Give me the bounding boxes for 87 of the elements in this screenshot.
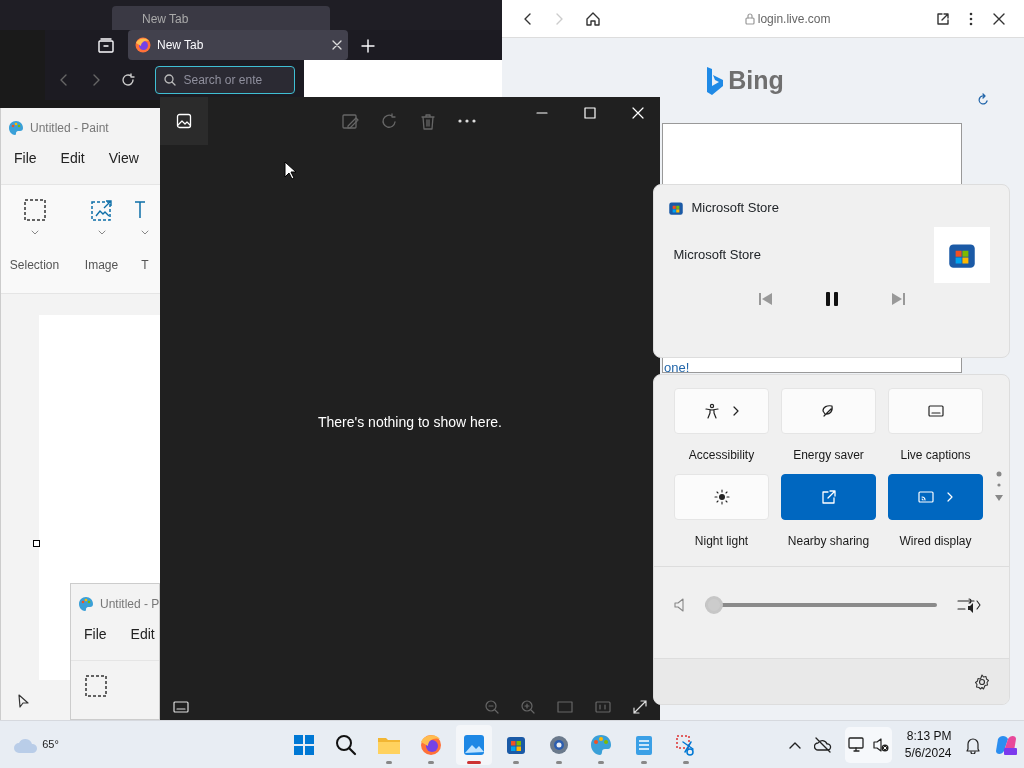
delete-icon[interactable] xyxy=(420,112,436,130)
search-icon xyxy=(334,732,359,757)
menu-item[interactable]: View xyxy=(108,148,139,184)
temperature: 65° xyxy=(42,736,59,752)
photos-icon xyxy=(461,732,486,757)
zoom-in-icon[interactable] xyxy=(521,700,535,714)
browser-icon xyxy=(419,732,444,757)
brand-name: Bing xyxy=(728,65,784,96)
filmstrip-icon[interactable] xyxy=(173,701,189,713)
plus-icon[interactable] xyxy=(361,38,375,53)
open-external-icon[interactable] xyxy=(935,11,950,26)
more-icon[interactable] xyxy=(969,11,973,26)
tab[interactable]: New Tab xyxy=(112,6,330,30)
menu-item[interactable]: Edit xyxy=(60,148,85,184)
tab-list-icon[interactable] xyxy=(97,36,115,55)
close-icon[interactable] xyxy=(992,12,1005,25)
image-icon[interactable] xyxy=(176,113,192,129)
clock-date[interactable]: 5/6/2024 xyxy=(904,744,952,761)
pointer-icon xyxy=(18,694,30,708)
link[interactable]: one! xyxy=(664,358,690,378)
reload-icon[interactable] xyxy=(121,73,135,87)
menu-item[interactable]: File xyxy=(14,148,37,184)
tool-label: T xyxy=(141,257,149,274)
palette-icon xyxy=(589,732,614,757)
tile-label: Accessibility xyxy=(687,447,756,464)
zoom-out-icon[interactable] xyxy=(485,700,499,714)
edit-icon[interactable] xyxy=(342,112,359,130)
fullscreen-icon[interactable] xyxy=(633,700,647,714)
audio-settings-icon[interactable] xyxy=(956,596,981,613)
window-title: Untitled - P xyxy=(100,596,159,613)
settings-icon[interactable] xyxy=(973,673,990,690)
tool-label: Image xyxy=(84,257,119,274)
maximize-icon[interactable] xyxy=(584,107,596,119)
captions-icon xyxy=(927,403,944,419)
tile-label: Night light xyxy=(693,533,750,550)
speaker-muted-icon xyxy=(872,736,889,753)
menu-item[interactable]: File xyxy=(84,624,107,660)
tile-label: Live captions xyxy=(899,447,972,464)
chevron-down-icon[interactable] xyxy=(30,230,39,236)
next-icon[interactable] xyxy=(889,290,906,307)
cast-icon xyxy=(918,489,934,505)
tile-label: Nearby sharing xyxy=(786,533,871,550)
tile-label: Energy saver xyxy=(792,447,865,464)
chevron-down-icon[interactable] xyxy=(141,230,149,236)
tab[interactable]: New Tab xyxy=(128,30,348,60)
window-title: Untitled - Paint xyxy=(30,120,109,137)
toggle-tile[interactable] xyxy=(888,474,983,520)
empty-message: There's nothing to show here. xyxy=(318,413,502,432)
network-button[interactable] xyxy=(844,726,892,763)
clock-time[interactable]: 8:13 PM xyxy=(904,728,952,745)
toggle-tile[interactable] xyxy=(781,474,876,520)
palette-icon xyxy=(7,120,24,136)
resize-handle[interactable] xyxy=(33,540,40,547)
tile-label: Wired display xyxy=(898,533,973,550)
pause-icon[interactable] xyxy=(823,290,840,307)
menu-item[interactable]: Edit xyxy=(130,624,155,660)
selection-icon[interactable] xyxy=(22,198,47,222)
share-icon xyxy=(820,489,837,505)
more-icon[interactable] xyxy=(458,119,476,123)
refresh-icon[interactable] xyxy=(976,93,990,107)
media-title: Microsoft Store xyxy=(673,245,761,264)
selection-icon[interactable] xyxy=(84,674,108,698)
previous-icon[interactable] xyxy=(757,290,774,307)
lock-icon xyxy=(744,12,755,25)
search-field[interactable]: Search or ente xyxy=(154,66,295,94)
app-name: Microsoft Store xyxy=(691,199,779,217)
start-icon xyxy=(291,732,316,757)
logo-icon xyxy=(705,65,725,96)
home-icon[interactable] xyxy=(584,10,601,27)
browser-icon xyxy=(134,37,151,53)
person-icon xyxy=(704,403,720,419)
chevron-up-icon[interactable] xyxy=(788,740,801,749)
speaker-icon[interactable] xyxy=(673,597,686,612)
address-text: login.live.com xyxy=(757,10,831,28)
monitor-icon xyxy=(848,736,867,753)
pointer-icon xyxy=(284,161,297,180)
notification-icon[interactable] xyxy=(964,735,981,754)
chevron-right-icon xyxy=(733,406,739,416)
slider-thumb[interactable] xyxy=(705,595,723,614)
cloud-off-icon[interactable] xyxy=(813,736,832,753)
rotate-icon[interactable] xyxy=(381,112,398,130)
chevron-down-icon[interactable] xyxy=(97,230,106,236)
chevron-right-icon xyxy=(947,492,953,502)
search-icon xyxy=(163,74,176,86)
tool-label: Selection xyxy=(9,257,60,274)
sun-icon xyxy=(713,489,730,505)
palette-icon xyxy=(77,596,94,612)
